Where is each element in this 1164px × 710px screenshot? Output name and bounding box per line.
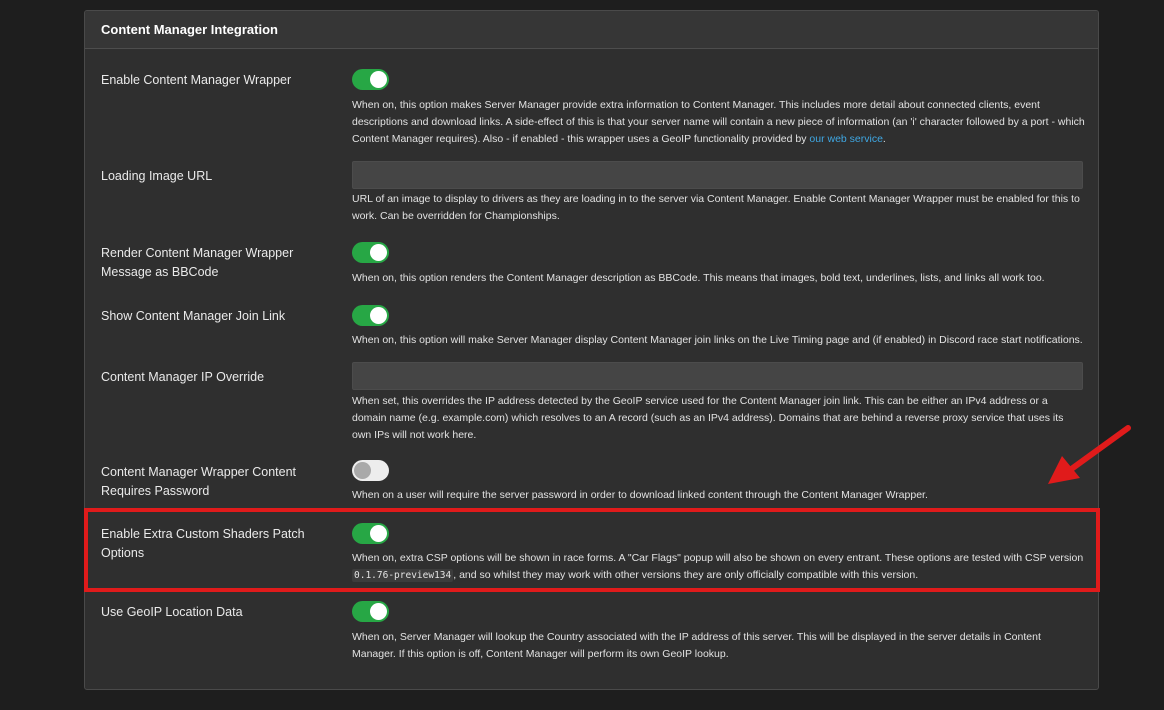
ip-override-description: When set, this overrides the IP address … (352, 395, 1064, 441)
csp-version-code: 0.1.76-preview134 (352, 569, 454, 582)
cm-wrapper-label: Enable Content Manager Wrapper (101, 73, 292, 87)
toggle-knob (354, 462, 371, 479)
ip-override-input[interactable] (352, 362, 1083, 390)
ip-override-label: Content Manager IP Override (101, 370, 265, 384)
loading-image-url-input[interactable] (352, 161, 1083, 189)
geoip-toggle[interactable] (352, 601, 389, 622)
csp-toggle[interactable] (352, 523, 389, 544)
join-link-toggle[interactable] (352, 305, 389, 326)
requires-password-toggle[interactable] (352, 460, 389, 481)
csp-label: Enable Extra Custom Shaders Patch Option… (101, 527, 305, 560)
loading-image-description: URL of an image to display to drivers as… (352, 193, 1080, 222)
csp-desc-end: , and so whilst they may work with other… (453, 569, 919, 581)
toggle-knob (370, 244, 387, 261)
web-service-link[interactable]: our web service (809, 133, 883, 145)
loading-image-label: Loading Image URL (101, 169, 213, 183)
bbcode-description: When on, this option renders the Content… (352, 272, 1045, 284)
toggle-knob (370, 603, 387, 620)
geoip-label: Use GeoIP Location Data (101, 605, 243, 619)
join-link-label: Show Content Manager Join Link (101, 309, 286, 323)
toggle-knob (370, 307, 387, 324)
csp-desc-text: When on, extra CSP options will be shown… (352, 552, 1084, 564)
toggle-knob (370, 525, 387, 542)
cm-wrapper-desc-end: . (882, 133, 886, 145)
toggle-knob (370, 71, 387, 88)
cm-wrapper-description: When on, this option makes Server Manage… (352, 97, 1085, 148)
requires-password-label: Content Manager Wrapper Content Requires… (101, 465, 297, 498)
cm-wrapper-toggle[interactable] (352, 69, 389, 90)
requires-password-description: When on a user will require the server p… (352, 489, 928, 501)
cm-wrapper-desc-text: When on, this option makes Server Manage… (352, 99, 1085, 145)
geoip-description: When on, Server Manager will lookup the … (352, 631, 1041, 660)
panel-title: Content Manager Integration (101, 22, 278, 37)
csp-description: When on, extra CSP options will be shown… (352, 550, 1085, 584)
panel-header: Content Manager Integration (85, 11, 1098, 49)
content-manager-integration-panel: Content Manager Integration Enable Conte… (84, 10, 1099, 690)
bbcode-toggle[interactable] (352, 242, 389, 263)
red-arrow-icon (1048, 425, 1131, 484)
join-link-description: When on, this option will make Server Ma… (352, 334, 1083, 346)
bbcode-label: Render Content Manager Wrapper Message a… (101, 246, 294, 279)
